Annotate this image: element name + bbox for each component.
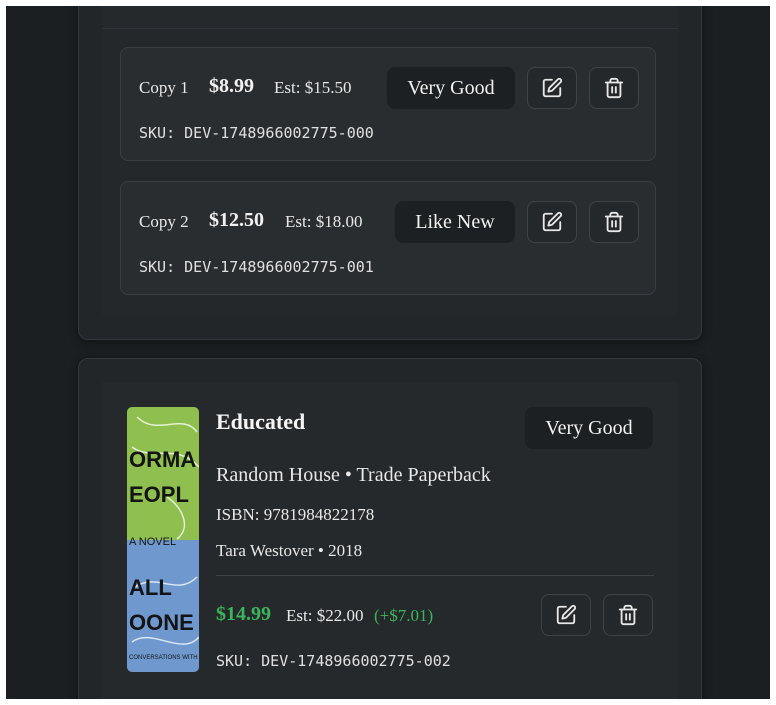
edit-icon [542,211,563,232]
book-cover-art: ORMA EOPL A NOVEL ALL OONE CONVERSATIONS… [127,407,199,672]
copy-row: Copy 1 $8.99 Est: $15.50 Very Good SKU: … [120,47,656,161]
edit-icon [542,77,563,98]
isbn-text: ISBN: 9781984822178 [216,505,375,524]
edit-button[interactable] [541,594,591,636]
edit-button[interactable] [527,67,577,109]
book-est-price: Est: $22.00 [286,606,364,625]
book-title[interactable]: Educated [216,409,305,435]
inventory-list: Copy 1 $8.99 Est: $15.50 Very Good SKU: … [6,6,770,699]
cover-text-line: A NOVEL [129,536,176,548]
book-price: $14.99 [216,603,271,625]
copy-label: Copy 1 [139,78,189,97]
delete-button[interactable] [589,67,639,109]
book-cover-image: ORMA EOPL A NOVEL ALL OONE CONVERSATIONS… [127,407,199,672]
edit-icon [556,604,577,625]
sku-text: SKU: DEV-1748966002775-000 [139,124,374,142]
condition-badge: Like New [395,201,515,243]
cover-text-line: EOPL [129,482,189,507]
copy-price: $8.99 [209,75,254,97]
delete-button[interactable] [589,201,639,243]
cover-text-line: ALL [129,575,172,600]
profit-gain: (+$7.01) [374,606,434,625]
copy-label: Copy 2 [139,212,189,231]
sku-text: SKU: DEV-1748966002775-001 [139,258,374,276]
trash-icon [604,211,624,233]
publisher-format: Random House • Trade Paperback [216,464,491,486]
condition-badge: Very Good [525,407,653,449]
cover-text-line: OONE [129,610,194,635]
copy-est-price: Est: $15.50 [274,78,352,97]
condition-badge: Very Good [387,67,515,109]
sku-text: SKU: DEV-1748966002775-002 [216,652,451,670]
cover-text-line: CONVERSATIONS WITH [129,655,198,661]
delete-button[interactable] [603,594,653,636]
edit-button[interactable] [527,201,577,243]
divider [216,575,654,576]
cover-text-line: ORMA [129,447,196,472]
trash-icon [604,77,624,99]
copy-est-price: Est: $18.00 [285,212,363,231]
copy-price: $12.50 [209,209,264,231]
author-year: Tara Westover • 2018 [216,541,363,560]
book-summary-panel-top [102,6,678,28]
copy-row: Copy 2 $12.50 Est: $18.00 Like New SKU: … [120,181,656,295]
trash-icon [618,604,638,626]
